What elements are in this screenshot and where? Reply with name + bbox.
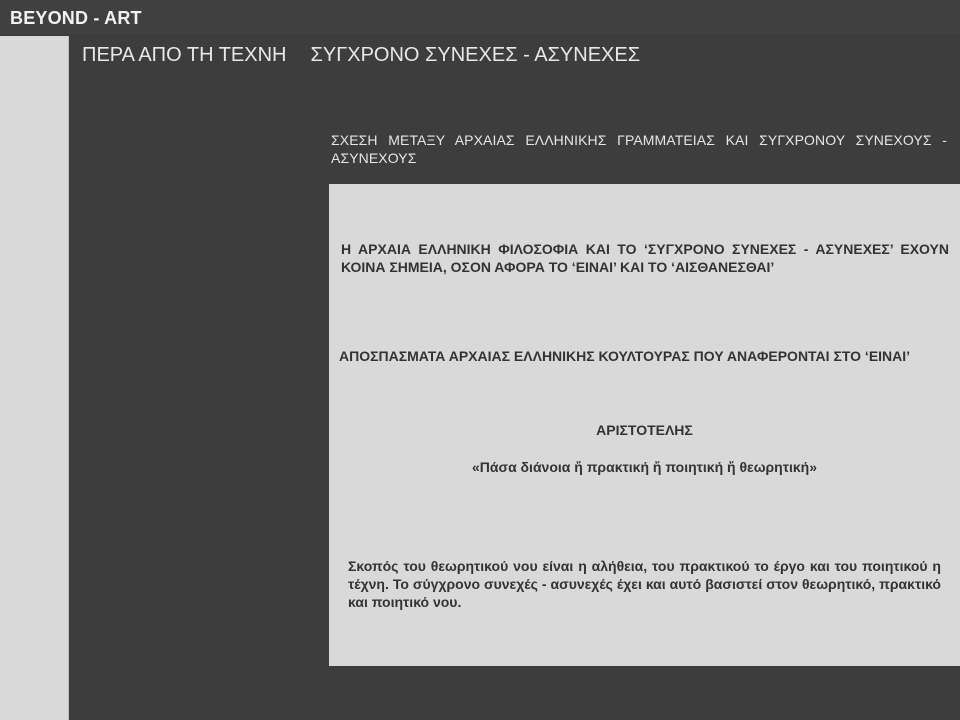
content-panel: Η ΑΡΧΑΙΑ ΕΛΛΗΝΙΚΗ ΦΙΛΟΣΟΦΙΑ ΚΑΙ ΤΟ ‘ΣΥΓΧ… — [329, 184, 960, 666]
site-title[interactable]: BEYOND - ART — [10, 8, 142, 28]
left-sidebar — [0, 36, 69, 720]
main-nav: ΠΕΡΑ ΑΠΟ ΤΗ ΤΕΧΝΗ ΣΥΓΧΡΟΝΟ ΣΥΝΕΧΕΣ - ΑΣΥ… — [82, 43, 640, 67]
aristotle-quote: «Πάσα διάνοια ἤ πρακτική ἤ ποιητική ἤ θε… — [471, 459, 818, 475]
excerpts-heading: ΑΠΟΣΠΑΣΜΑΤΑ ΑΡΧΑΙΑΣ ΕΛΛΗΝΙΚΗΣ ΚΟΥΛΤΟΥΡΑΣ… — [339, 348, 911, 364]
intro-statement: Η ΑΡΧΑΙΑ ΕΛΛΗΝΙΚΗ ΦΙΛΟΣΟΦΙΑ ΚΑΙ ΤΟ ‘ΣΥΓΧ… — [341, 241, 949, 275]
site-header: BEYOND - ART — [0, 0, 960, 34]
commentary-paragraph: Σκοπός του θεωρητικού νου είναι η αλήθει… — [348, 558, 941, 610]
section-heading: ΣΧΕΣΗ ΜΕΤΑΞΥ ΑΡΧΑΙΑΣ ΕΛΛΗΝΙΚΗΣ ΓΡΑΜΜΑΤΕΙ… — [331, 132, 947, 166]
author-name: ΑΡΙΣΤΟΤΕΛΗΣ — [596, 422, 693, 438]
nav-link-contemporary-continuous-discontinuous[interactable]: ΣΥΓΧΡΟΝΟ ΣΥΝΕΧΕΣ - ΑΣΥΝΕΧΕΣ — [311, 43, 641, 67]
nav-link-beyond-art[interactable]: ΠΕΡΑ ΑΠΟ ΤΗ ΤΕΧΝΗ — [82, 43, 287, 67]
page: BEYOND - ART ΠΕΡΑ ΑΠΟ ΤΗ ΤΕΧΝΗ ΣΥΓΧΡΟΝΟ … — [0, 0, 960, 720]
